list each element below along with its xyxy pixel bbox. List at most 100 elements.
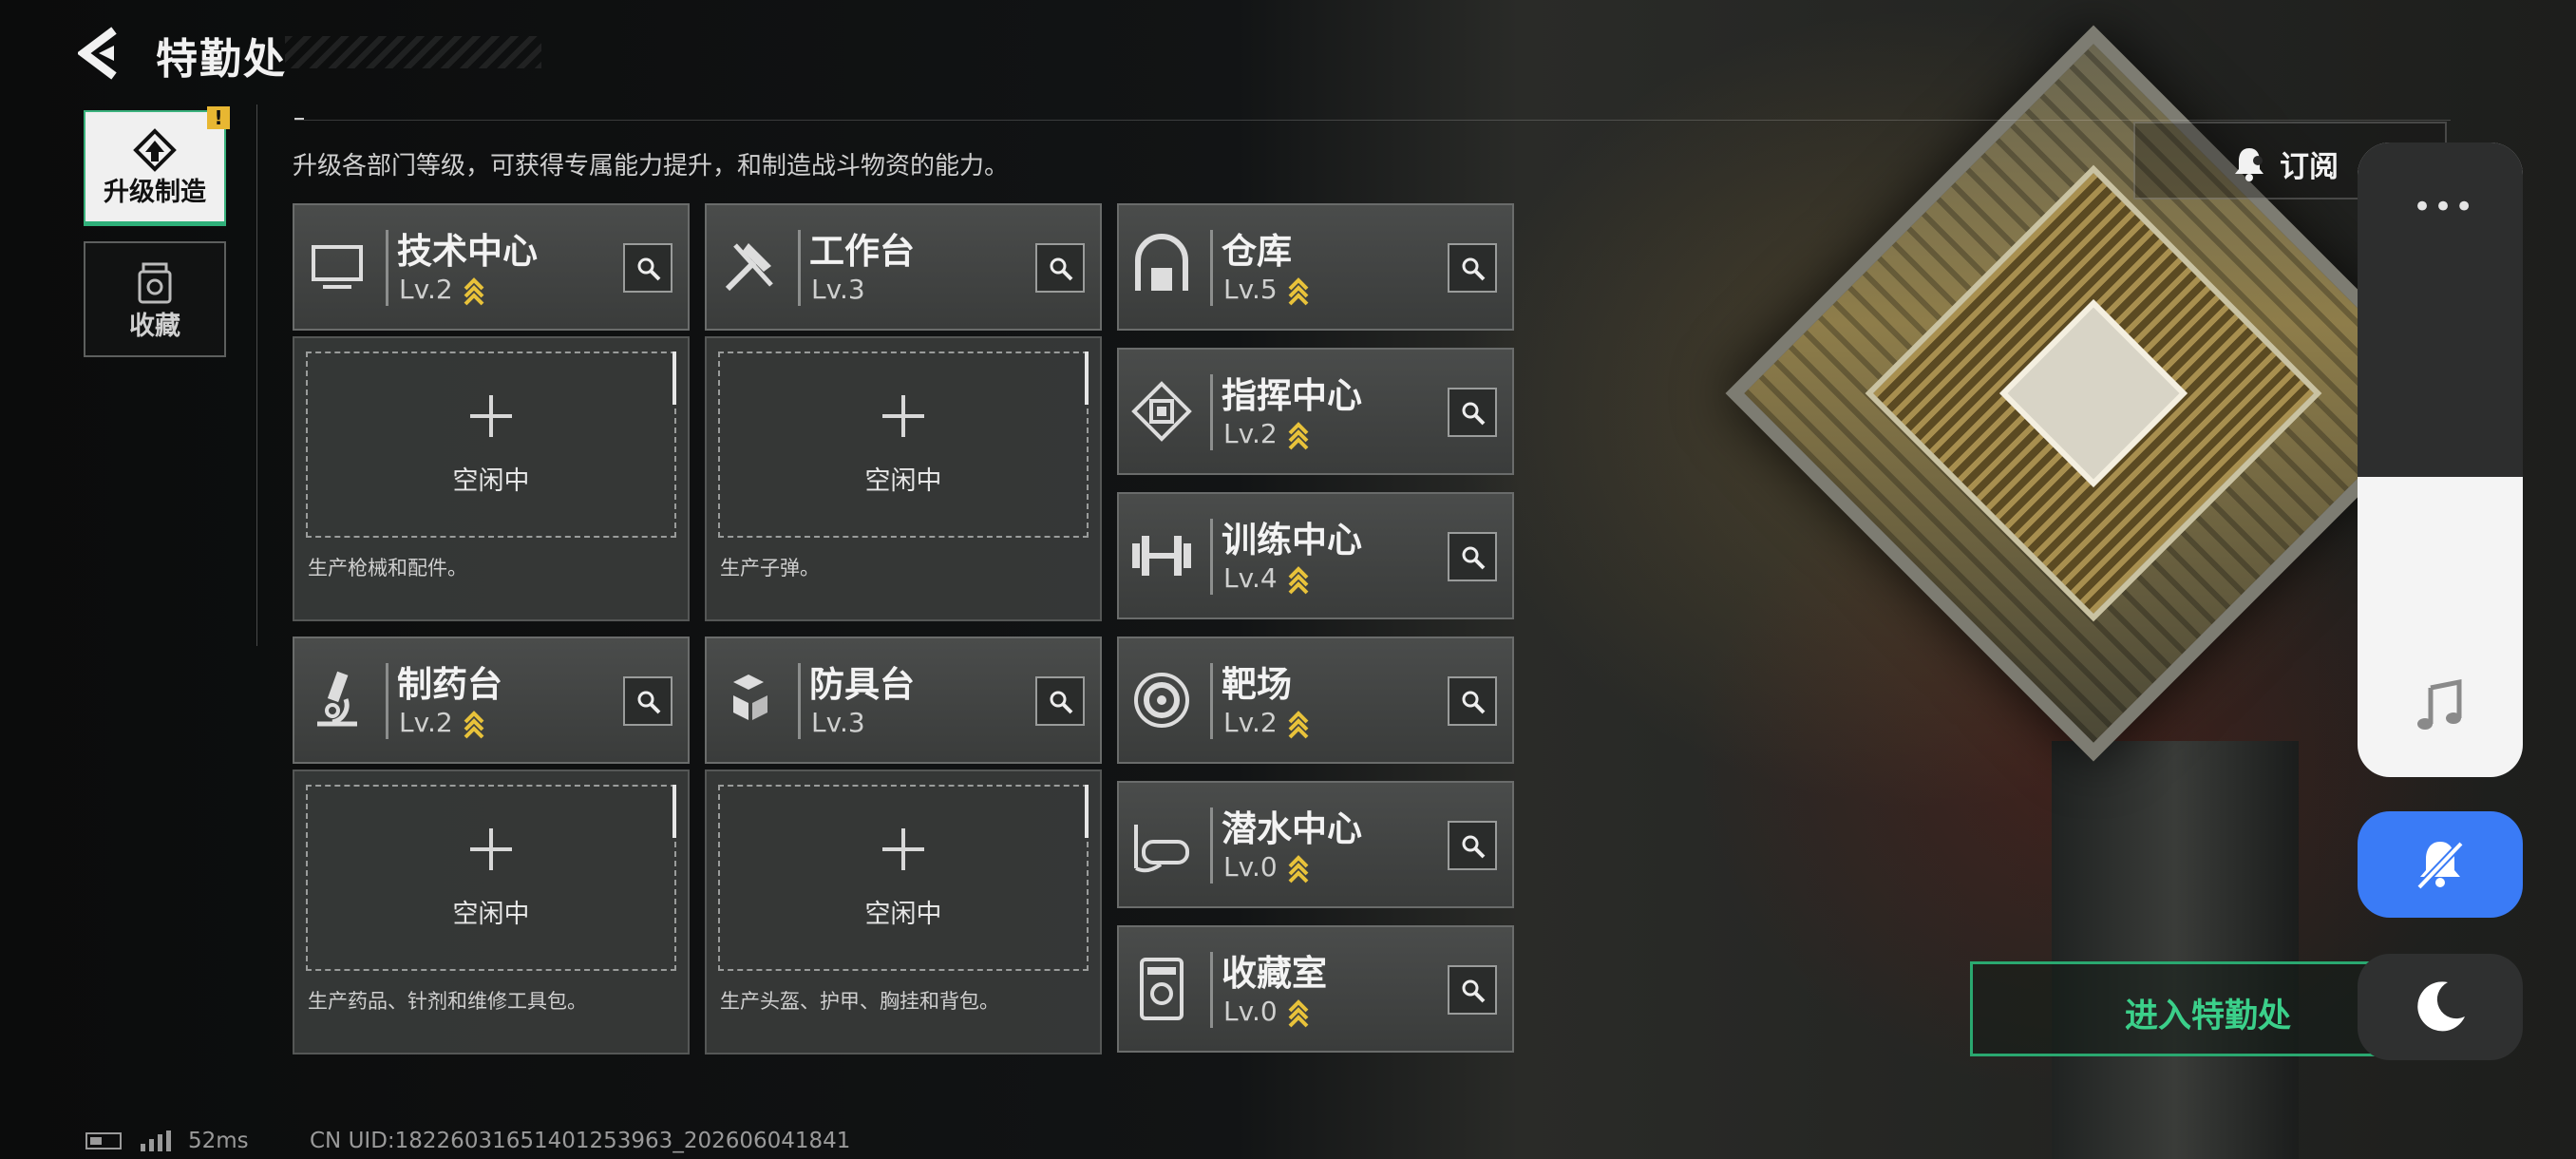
department-details-button[interactable] bbox=[1448, 532, 1497, 581]
upgrade-available-icon bbox=[1288, 566, 1309, 595]
latency-text: 52ms bbox=[188, 1129, 249, 1153]
upgrade-available-icon bbox=[1288, 277, 1309, 306]
signal-icon bbox=[141, 1130, 171, 1151]
department-level: Lv.3 bbox=[811, 707, 865, 738]
department-details-button[interactable] bbox=[1448, 965, 1497, 1015]
department-level: Lv.0 bbox=[1223, 851, 1278, 883]
magnifier-icon bbox=[1462, 402, 1486, 426]
upgrade-available-icon bbox=[1288, 711, 1309, 739]
tab-upgrade-manufacture[interactable]: 升级制造 ! bbox=[84, 106, 230, 226]
more-options-icon[interactable]: ••• bbox=[2413, 188, 2475, 226]
monitor-icon bbox=[312, 245, 363, 289]
department-details-button[interactable] bbox=[623, 243, 672, 293]
back-button[interactable] bbox=[76, 27, 125, 80]
magnifier-icon bbox=[637, 257, 661, 281]
magnifier-icon bbox=[1050, 691, 1073, 714]
department-level: Lv.5 bbox=[1223, 274, 1278, 305]
divider-mark bbox=[294, 118, 304, 120]
production-slot[interactable]: 空闲中 bbox=[306, 352, 676, 538]
magnifier-icon bbox=[1462, 257, 1486, 281]
department-card[interactable]: 训练中心 Lv.4 bbox=[1117, 492, 1514, 619]
uid-text: CN UID:18226031651401253963_202606041841 bbox=[310, 1129, 851, 1153]
card-separator bbox=[386, 230, 388, 306]
tab-collection[interactable]: 收藏 bbox=[84, 241, 226, 357]
department-card[interactable]: 仓库 Lv.5 bbox=[1117, 203, 1514, 331]
production-slot[interactable]: 空闲中 bbox=[306, 785, 676, 971]
department-details-button[interactable] bbox=[623, 676, 672, 726]
slot-status: 空闲中 bbox=[452, 900, 530, 929]
magnifier-icon bbox=[637, 691, 661, 714]
diving-mask-icon bbox=[1134, 825, 1189, 873]
department-card[interactable]: 指挥中心 Lv.2 bbox=[1117, 348, 1514, 475]
production-panel: 空闲中生产子弹。 bbox=[705, 336, 1102, 621]
magnifier-icon bbox=[1462, 691, 1486, 714]
tab-upgrade-label: 升级制造 bbox=[104, 178, 206, 207]
department-details-button[interactable] bbox=[1448, 676, 1497, 726]
production-description: 生产枪械和配件。 bbox=[308, 557, 467, 580]
department-card[interactable]: 靶场 Lv.2 bbox=[1117, 636, 1514, 764]
upgrade-arrow-icon bbox=[133, 128, 177, 172]
upgrade-available-icon bbox=[1288, 422, 1309, 450]
card-separator bbox=[798, 663, 801, 739]
slot-status: 空闲中 bbox=[864, 900, 942, 929]
production-panel: 空闲中 生产药品、针剂和维修工具包。 bbox=[293, 770, 690, 1054]
slot-status: 空闲中 bbox=[452, 466, 530, 496]
card-separator bbox=[798, 230, 801, 306]
microscope-icon bbox=[317, 671, 357, 727]
production-description: 生产子弹。 bbox=[720, 557, 820, 580]
department-card[interactable]: 防具台 Lv.3 bbox=[705, 636, 1102, 764]
department-details-button[interactable] bbox=[1448, 388, 1497, 437]
department-card[interactable]: 收藏室 Lv.0 bbox=[1117, 925, 1514, 1053]
production-slot[interactable]: 空闲中 bbox=[718, 785, 1089, 971]
department-level: Lv.2 bbox=[1223, 707, 1278, 738]
department-level: Lv.4 bbox=[1223, 562, 1278, 594]
bell-icon bbox=[2235, 148, 2263, 181]
page-title: 特勤处 bbox=[156, 35, 287, 84]
card-separator bbox=[386, 663, 388, 739]
department-details-button[interactable] bbox=[1448, 821, 1497, 870]
enter-hideout-button[interactable]: 进入特勤处 bbox=[1970, 961, 2397, 1056]
card-separator bbox=[1210, 952, 1213, 1028]
department-card[interactable]: 技术中心 Lv.2 bbox=[293, 203, 690, 331]
music-note-icon bbox=[2417, 678, 2462, 730]
upgrade-available-icon bbox=[1288, 999, 1309, 1028]
department-details-button[interactable] bbox=[1035, 243, 1085, 293]
department-name: 靶场 bbox=[1222, 664, 1292, 705]
department-details-button[interactable] bbox=[1035, 676, 1085, 726]
volume-panel[interactable]: ••• bbox=[2358, 142, 2523, 777]
slot-status: 空闲中 bbox=[864, 466, 942, 496]
department-name: 潜水中心 bbox=[1222, 808, 1362, 849]
slot-corner-mark bbox=[1085, 352, 1089, 405]
department-card[interactable]: 制药台 Lv.2 bbox=[293, 636, 690, 764]
magnifier-icon bbox=[1462, 835, 1486, 859]
slot-corner-mark bbox=[672, 785, 676, 838]
cube-pillar bbox=[2052, 741, 2299, 1159]
department-details-button[interactable] bbox=[1448, 243, 1497, 293]
department-level: Lv.2 bbox=[399, 707, 453, 738]
slot-corner-mark bbox=[1085, 785, 1089, 838]
tools-icon bbox=[725, 243, 773, 292]
department-card[interactable]: 潜水中心 Lv.0 bbox=[1117, 781, 1514, 908]
magnifier-icon bbox=[1462, 979, 1486, 1003]
tab-collection-label: 收藏 bbox=[129, 312, 180, 341]
mute-notifications-button[interactable] bbox=[2358, 811, 2523, 918]
add-icon bbox=[470, 828, 512, 870]
upgrade-available-icon bbox=[1288, 855, 1309, 884]
upgrade-available-icon bbox=[464, 711, 484, 739]
department-card[interactable]: 工作台 Lv.3 bbox=[705, 203, 1102, 331]
production-slot[interactable]: 空闲中 bbox=[718, 352, 1089, 538]
dumbbell-icon bbox=[1132, 536, 1191, 576]
divider-line bbox=[294, 120, 2451, 121]
upgrade-available-icon bbox=[464, 277, 484, 306]
production-panel: 空闲中生产枪械和配件。 bbox=[293, 336, 690, 621]
night-mode-button[interactable] bbox=[2358, 954, 2523, 1060]
collection-jar-icon bbox=[138, 262, 172, 304]
add-icon bbox=[470, 395, 512, 437]
magnifier-icon bbox=[1462, 546, 1486, 570]
department-level: Lv.3 bbox=[811, 274, 865, 305]
production-panel: 空闲中 生产头盔、护甲、胸挂和背包。 bbox=[705, 770, 1102, 1054]
battery-icon bbox=[85, 1132, 122, 1150]
slot-corner-mark bbox=[672, 352, 676, 405]
department-name: 仓库 bbox=[1222, 231, 1292, 272]
department-name: 制药台 bbox=[397, 664, 502, 705]
